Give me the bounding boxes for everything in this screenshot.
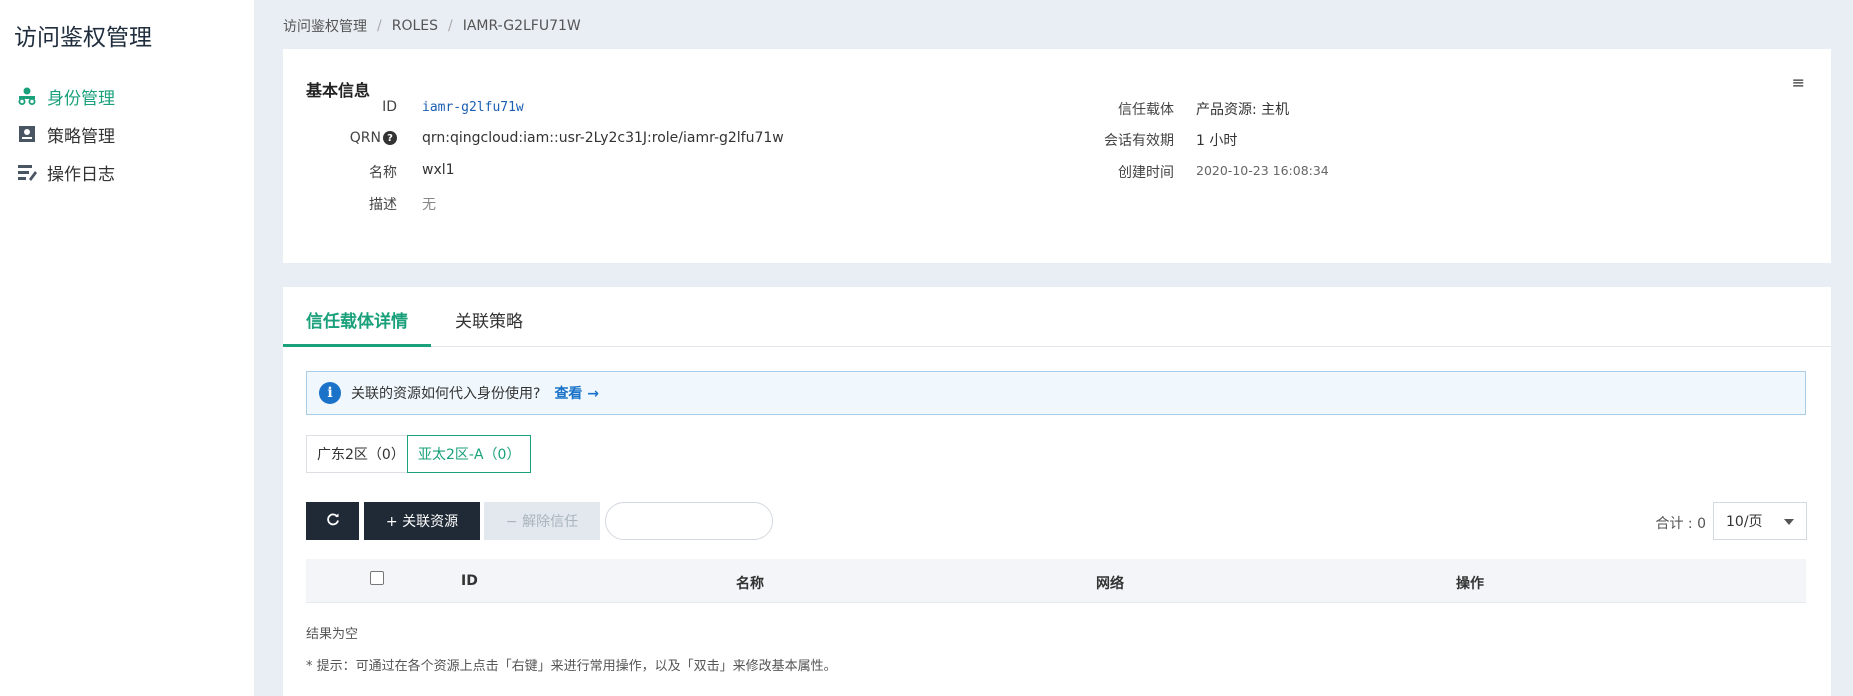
tab-bar: 信任载体详情 关联策略 (283, 287, 1831, 347)
menu-icon[interactable]: ≡ (1792, 73, 1805, 92)
id-label: ID (382, 99, 397, 115)
zone-tab-ap2a[interactable]: 亚太2区-A（0） (407, 435, 532, 473)
created-value: 2020-10-23 16:08:34 (1196, 163, 1329, 178)
select-all-checkbox[interactable] (370, 571, 384, 585)
name-label: 名称 (369, 165, 397, 181)
breadcrumb-item-root[interactable]: 访问鉴权管理 (283, 16, 367, 36)
hint-text: * 提示：可通过在各个资源上点击「右键」来进行常用操作，以及「双击」来修改基本属… (306, 659, 837, 674)
tab-trust-details[interactable]: 信任载体详情 (306, 307, 408, 332)
sidebar: 访问鉴权管理 身份管理 策略管理 操作日志 (0, 0, 254, 696)
refresh-button[interactable] (306, 502, 359, 540)
view-link[interactable]: 查看 → (554, 383, 599, 403)
session-value: 1 小时 (1196, 133, 1238, 149)
add-resource-button[interactable]: + 关联资源 (364, 502, 480, 540)
qrn-value: qrn:qingcloud:iam::usr-2Ly2c31J:role/iam… (422, 130, 784, 146)
refresh-icon (326, 512, 340, 530)
app-title: 访问鉴权管理 (14, 25, 152, 51)
info-icon: i (319, 382, 341, 404)
breadcrumb-item-roles[interactable]: ROLES (392, 18, 438, 34)
trust-value: 产品资源: 主机 (1196, 102, 1290, 118)
help-icon[interactable]: ? (383, 131, 397, 145)
desc-value: 无 (422, 197, 436, 213)
info-bar: i 关联的资源如何代入身份使用? 查看 → (306, 371, 1806, 415)
desc-label: 描述 (369, 197, 397, 213)
sidebar-item-label: 操作日志 (47, 164, 115, 185)
session-label: 会话有效期 (1104, 133, 1174, 149)
sidebar-item-log[interactable]: 操作日志 (16, 157, 115, 187)
page-size-value: 10/页 (1726, 514, 1763, 530)
page-size-select[interactable]: 10/页 (1713, 502, 1807, 540)
info-text: 关联的资源如何代入身份使用? (351, 386, 541, 402)
column-header-actions: 操作 (1456, 576, 1484, 592)
column-header-id[interactable]: ID (461, 573, 478, 589)
basic-info-card: 基本信息 ≡ ID iamr-g2lfu71w QRN ? qrn:qingcl… (283, 49, 1831, 263)
chevron-down-icon (1784, 519, 1794, 525)
log-icon (16, 161, 38, 183)
policy-icon (16, 123, 38, 145)
zone-tab-guangdong[interactable]: 广东2区（0） (306, 435, 416, 473)
breadcrumb: 访问鉴权管理 / ROLES / IAMR-G2LFU71W (283, 16, 581, 36)
total-count: 合计 : 0 (1655, 516, 1706, 532)
empty-result-text: 结果为空 (306, 627, 359, 642)
id-value[interactable]: iamr-g2lfu71w (422, 100, 524, 115)
name-value: wxl1 (422, 162, 455, 178)
breadcrumb-item-current: IAMR-G2LFU71W (462, 18, 581, 34)
created-label: 创建时间 (1118, 165, 1174, 181)
column-header-network[interactable]: 网络 (1096, 573, 1124, 593)
column-header-name[interactable]: 名称 (736, 573, 764, 593)
trust-label: 信任载体 (1118, 102, 1174, 118)
qrn-label: QRN (349, 130, 381, 146)
basic-info-title: 基本信息 (306, 81, 371, 100)
sidebar-item-label: 身份管理 (47, 88, 115, 109)
remove-trust-button[interactable]: − 解除信任 (484, 502, 600, 540)
detail-card: 信任载体详情 关联策略 i 关联的资源如何代入身份使用? 查看 → 广东2区（0… (283, 287, 1831, 696)
sidebar-item-label: 策略管理 (47, 126, 115, 147)
breadcrumb-separator: / (448, 18, 453, 34)
search-input[interactable] (605, 502, 773, 540)
tab-associated-policies[interactable]: 关联策略 (455, 307, 523, 332)
table-header: ID 名称 网络 操作 (306, 559, 1806, 603)
sidebar-item-policy[interactable]: 策略管理 (16, 119, 115, 149)
sidebar-item-identity[interactable]: 身份管理 (16, 81, 115, 111)
breadcrumb-separator: / (377, 18, 382, 34)
identity-icon (16, 85, 38, 107)
active-tab-indicator (283, 344, 431, 347)
